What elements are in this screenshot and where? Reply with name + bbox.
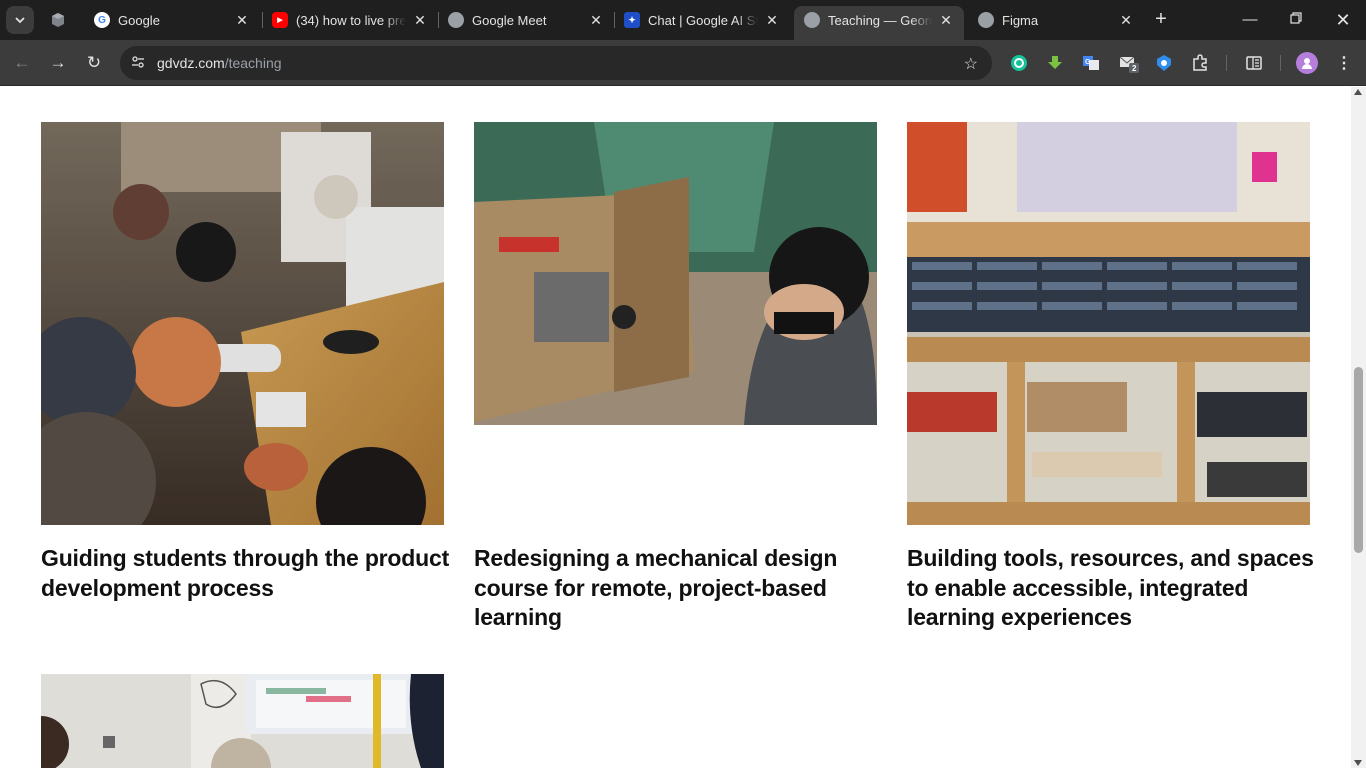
close-icon[interactable]: ✕ [234,12,250,28]
tab-strip: G Google ✕ ▶ (34) how to live preview ✕ … [0,0,1366,40]
svg-text:G: G [1085,59,1091,66]
cardboard-robot-photo[interactable] [474,122,877,425]
card-title-tools-resources[interactable]: Building tools, resources, and spaces to… [907,544,1317,633]
globe-icon [448,12,464,28]
cube-icon[interactable] [48,10,68,30]
minimize-icon[interactable]: — [1238,8,1262,32]
page-content: Guiding students through the product dev… [0,87,1351,768]
tab-search-button[interactable] [6,6,34,34]
ai-studio-icon: ✦ [624,12,640,28]
url-text: gdvdz.com/teaching [157,55,282,71]
close-icon[interactable]: ✕ [764,12,780,28]
google-icon: G [94,12,110,28]
tab-teaching-active[interactable]: Teaching — Georgia ✕ [794,6,964,40]
tab-google-meet[interactable]: Google Meet ✕ [438,6,614,34]
tab-google[interactable]: G Google ✕ [84,6,260,34]
reading-list-icon[interactable] [1243,52,1265,74]
translate-icon[interactable]: G [1080,52,1102,74]
new-tab-plus-icon[interactable]: + [1150,8,1172,30]
chevron-down-icon [15,17,25,24]
extensions-puzzle-icon[interactable] [1189,52,1211,74]
classroom-photo[interactable] [41,674,444,768]
address-bar[interactable]: gdvdz.com/teaching ☆ [120,46,992,80]
shield-extension-icon[interactable] [1153,52,1175,74]
scroll-thumb[interactable] [1354,367,1363,553]
globe-icon [804,12,820,28]
close-icon[interactable]: ✕ [938,12,954,28]
close-icon[interactable]: ✕ [412,12,428,28]
card-title-product-development[interactable]: Guiding students through the product dev… [41,544,451,603]
reload-icon[interactable]: ↻ [82,51,106,75]
students-workshop-photo[interactable] [41,122,444,525]
download-extension-icon[interactable] [1044,52,1066,74]
mail-extension-icon[interactable]: 2 [1118,52,1140,74]
tab-youtube[interactable]: ▶ (34) how to live preview ✕ [262,6,438,34]
grammarly-icon[interactable] [1008,52,1030,74]
window-close-icon[interactable]: ✕ [1331,8,1355,32]
bookmark-star-icon[interactable]: ☆ [964,54,978,74]
svg-text:2: 2 [1132,64,1137,73]
site-settings-icon[interactable] [130,55,146,71]
page-scrollbar[interactable] [1351,87,1366,768]
card-title-mechanical-design[interactable]: Redesigning a mechanical design course f… [474,544,884,633]
youtube-icon: ▶ [272,12,288,28]
scroll-down-arrow-icon[interactable] [1354,760,1362,766]
scroll-up-arrow-icon[interactable] [1354,89,1362,95]
close-icon[interactable]: ✕ [1118,12,1134,28]
back-arrow-icon[interactable]: ← [10,51,34,75]
globe-icon [978,12,994,28]
forward-arrow-icon[interactable]: → [46,51,70,75]
profile-avatar[interactable] [1296,52,1318,74]
tab-figma[interactable]: Figma ✕ [968,6,1144,34]
tab-ai-studio[interactable]: ✦ Chat | Google AI Studio ✕ [614,6,790,34]
kebab-menu-icon[interactable]: ⋮ [1333,52,1355,74]
makerspace-shelves-photo[interactable] [907,122,1310,525]
browser-toolbar: ← → ↻ gdvdz.com/teaching ☆ G 2 ⋮ [0,40,1366,86]
restore-icon[interactable] [1284,8,1308,32]
close-icon[interactable]: ✕ [588,12,604,28]
